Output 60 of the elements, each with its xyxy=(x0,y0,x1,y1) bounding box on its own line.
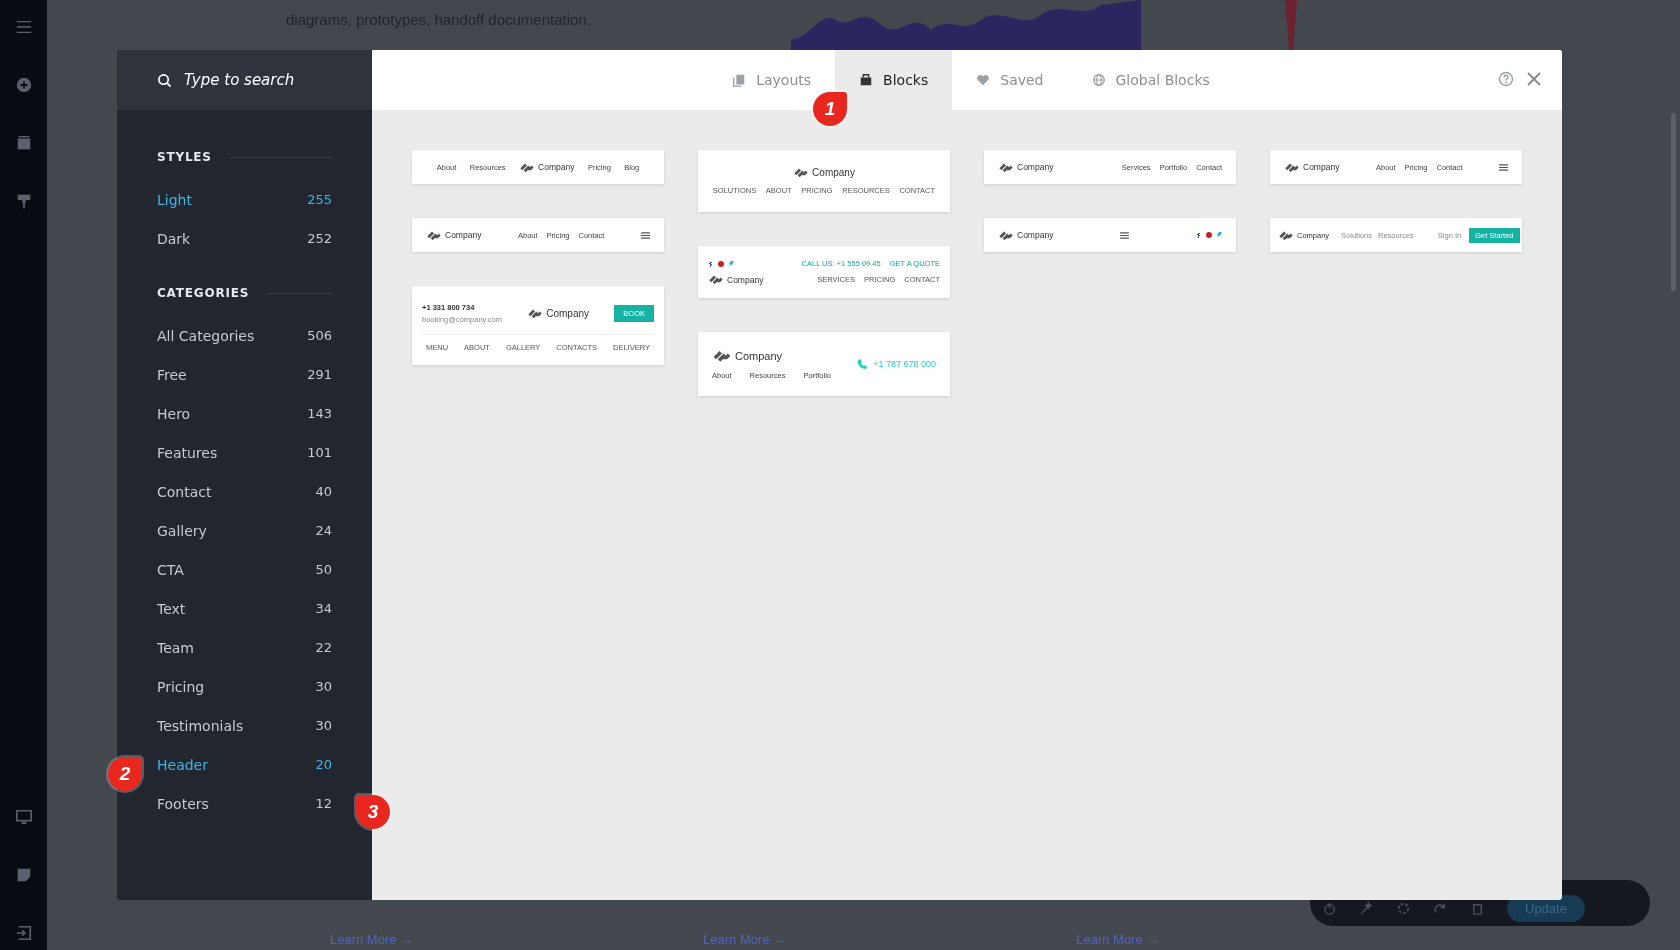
category-item[interactable]: Header 20 xyxy=(157,745,332,784)
style-item[interactable]: Light 255 xyxy=(157,180,332,219)
logo-text: Company xyxy=(812,167,855,178)
logo-text: Company xyxy=(546,308,590,319)
logo-text: Company xyxy=(727,274,764,285)
logo-text: Company xyxy=(1017,230,1054,240)
logo-icon xyxy=(708,274,724,285)
logo-icon xyxy=(998,229,1014,241)
menu-icon xyxy=(1120,231,1130,239)
logo-icon xyxy=(712,348,732,363)
phone-icon xyxy=(857,359,868,369)
section-heading: STYLES xyxy=(157,150,212,164)
add-icon[interactable] xyxy=(14,76,33,94)
callout-badge: 2 xyxy=(108,757,142,791)
document-icon xyxy=(732,73,747,87)
logo-text: Company xyxy=(538,162,575,172)
category-item[interactable]: Pricing 30 xyxy=(157,667,332,706)
logo-icon xyxy=(998,161,1014,173)
logo-icon xyxy=(1278,229,1294,241)
close-icon[interactable] xyxy=(1526,71,1542,87)
logo-icon xyxy=(519,161,536,173)
category-item[interactable]: Text 34 xyxy=(157,589,332,628)
category-item[interactable]: Features 101 xyxy=(157,433,332,472)
scrollbar[interactable] xyxy=(1671,113,1676,291)
block-thumbnail[interactable]: Company xyxy=(984,218,1236,252)
category-item[interactable]: CTA 50 xyxy=(157,550,332,589)
style-item[interactable]: Dark 252 xyxy=(157,219,332,258)
category-item[interactable]: Footers 12 xyxy=(157,784,332,823)
tab[interactable]: Blocks xyxy=(835,50,953,110)
logo-text: Company xyxy=(445,230,482,240)
help-icon[interactable] xyxy=(1498,71,1514,87)
menu-icon xyxy=(641,231,650,239)
power-icon[interactable] xyxy=(1322,900,1337,916)
category-item[interactable]: Gallery 24 xyxy=(157,511,332,550)
phone-number: +1 787 678 000 xyxy=(873,359,936,369)
logo-icon xyxy=(1284,161,1300,173)
bag-icon xyxy=(859,73,874,87)
logo-icon xyxy=(793,167,810,178)
section-heading: CATEGORIES xyxy=(157,286,250,300)
category-item[interactable]: All Categories 506 xyxy=(157,316,332,355)
category-item[interactable]: Team 22 xyxy=(157,628,332,667)
category-item[interactable]: Contact 40 xyxy=(157,472,332,511)
heart-icon xyxy=(976,73,991,87)
search-icon xyxy=(157,72,172,88)
logo-text: Company xyxy=(735,349,783,362)
logo-icon xyxy=(527,308,544,319)
wand-icon[interactable] xyxy=(1359,900,1374,916)
logo-text: Company xyxy=(1303,162,1340,172)
menu-icon xyxy=(1499,163,1508,171)
logo-icon xyxy=(426,229,442,241)
desktop-icon[interactable] xyxy=(14,808,33,826)
category-item[interactable]: Testimonials 30 xyxy=(157,706,332,745)
social-icon xyxy=(1196,232,1202,238)
logo-text: Company xyxy=(1017,162,1054,172)
menu-icon[interactable] xyxy=(14,18,33,36)
category-item[interactable]: Free 291 xyxy=(157,355,332,394)
globe-icon xyxy=(1091,73,1106,87)
social-icon xyxy=(708,260,714,267)
category-item[interactable]: Hero 143 xyxy=(157,394,332,433)
exit-icon[interactable] xyxy=(14,924,33,942)
